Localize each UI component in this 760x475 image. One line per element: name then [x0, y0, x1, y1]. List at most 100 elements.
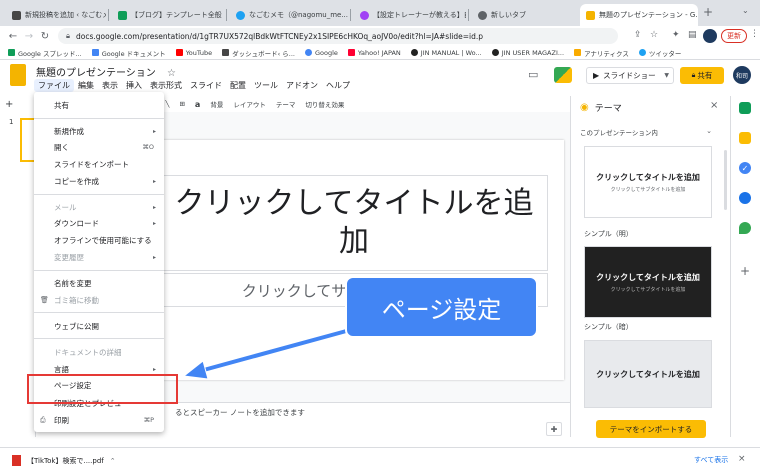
bookmark-item[interactable]: JIN MANUAL | Wo... — [410, 49, 482, 57]
show-all-downloads[interactable]: すべて表示 — [694, 455, 728, 465]
address-bar[interactable]: 🔒︎ docs.google.com/presentation/d/1gTR7U… — [58, 28, 618, 44]
browser-tab[interactable]: 【設定トレーナーが教える】自... — [354, 4, 466, 26]
document-title[interactable]: 無題のプレゼンテーション ☆ — [36, 64, 176, 79]
browser-tab[interactable]: なごむメモ（@nagomu_me... — [230, 4, 348, 26]
layout-button[interactable]: レイアウト — [228, 99, 271, 109]
text-format-icon[interactable]: a — [190, 100, 205, 109]
contacts-icon[interactable] — [739, 192, 751, 204]
analytics-icon — [574, 49, 582, 56]
tab-label: 無題のプレゼンテーション - G... — [599, 11, 698, 19]
menu-help[interactable]: ヘルプ — [322, 79, 354, 92]
tab-search-icon[interactable]: ⌄ — [742, 6, 749, 15]
transition-button[interactable]: 切り替え効果 — [300, 99, 349, 109]
theme-source-select[interactable]: このプレゼンテーション内 ⌄ — [580, 127, 712, 137]
page-setup-callout: ページ設定 — [345, 276, 538, 338]
menu-format[interactable]: 表示形式 — [146, 79, 186, 92]
browser-tab[interactable]: 新しいタブ — [472, 4, 576, 26]
sheets-icon — [8, 49, 15, 56]
background-button[interactable]: 背景 — [205, 99, 228, 109]
chevron-up-icon[interactable]: ⌃ — [110, 457, 116, 465]
menu-item-new[interactable]: 新規作成 ▸ — [34, 124, 164, 138]
add-addon-icon[interactable]: + — [740, 264, 750, 278]
menu-arrange[interactable]: 配置 — [226, 79, 250, 92]
comment-add-icon[interactable]: ⊞ — [174, 100, 189, 108]
share-page-icon[interactable]: ⇪ — [634, 30, 642, 40]
submenu-arrow-icon: ▸ — [152, 177, 156, 185]
slides-logo-icon[interactable] — [10, 64, 26, 86]
menu-slide[interactable]: スライド — [186, 79, 226, 92]
sheets-addon-icon[interactable] — [739, 102, 751, 114]
browser-tab[interactable]: 新規投稿を追加 ‹ なごむメモ — — [6, 4, 106, 26]
star-icon[interactable]: ☆ — [167, 68, 176, 79]
close-icon[interactable]: × — [710, 100, 718, 111]
bookmark-item[interactable]: アナリティクス — [574, 48, 629, 58]
bookmark-item[interactable]: ツイッター — [638, 48, 681, 58]
close-download-bar-icon[interactable]: × — [738, 454, 746, 464]
menu-edit[interactable]: 編集 — [74, 79, 98, 92]
menu-view[interactable]: 表示 — [98, 79, 122, 92]
reload-icon[interactable]: ↻ — [38, 28, 52, 44]
forward-icon[interactable]: → — [22, 28, 36, 44]
extensions-icon[interactable]: ✦ — [672, 30, 680, 40]
import-theme-button[interactable]: テーマをインポートする — [596, 420, 706, 438]
menu-item-share[interactable]: 共有 — [34, 98, 164, 112]
theme-button[interactable]: テーマ — [271, 99, 301, 109]
theme-card-streamline[interactable]: クリックしてタイトルを追加 — [584, 340, 712, 408]
reading-list-icon[interactable]: ▤ — [688, 30, 697, 40]
bookmark-item[interactable]: Google スプレッド... — [8, 48, 82, 58]
profile-avatar-icon[interactable] — [703, 29, 717, 43]
highlight-box — [27, 374, 178, 404]
url-text: docs.google.com/presentation/d/1gTR7UX57… — [76, 31, 484, 41]
jin-icon — [410, 49, 418, 56]
bookmark-item[interactable]: JIN USER MAGAZI... — [491, 49, 564, 57]
menu-item-email[interactable]: メール ▸ — [34, 200, 164, 214]
bookmark-item[interactable]: YouTube — [175, 49, 212, 57]
menu-item-make-copy[interactable]: コピーを作成 ▸ — [34, 174, 164, 188]
bookmark-item[interactable]: ダッシュボード‹ ら... — [222, 48, 295, 58]
submenu-arrow-icon: ▸ — [152, 203, 156, 211]
comments-icon[interactable]: ▭ — [528, 68, 538, 81]
download-item[interactable]: 【TikTok】検索で....pdf ⌃ — [12, 455, 116, 466]
menu-tools[interactable]: ツール — [250, 79, 282, 92]
keep-icon[interactable] — [739, 132, 751, 144]
new-tab-button[interactable]: + — [703, 5, 713, 19]
menu-item-open[interactable]: 開く ⌘O — [34, 140, 164, 154]
menu-item-print[interactable]: ⎙ 印刷 ⌘P — [34, 413, 164, 427]
menu-item-download[interactable]: ダウンロード ▸ — [34, 216, 164, 230]
menu-insert[interactable]: 挿入 — [122, 79, 146, 92]
bookmark-item[interactable]: Yahoo! JAPAN — [347, 49, 401, 57]
account-avatar[interactable]: 和司 — [733, 66, 751, 84]
bookmark-item[interactable]: Google ドキュメント — [91, 48, 166, 58]
browser-tab-active[interactable]: 無題のプレゼンテーション - G... × — [580, 4, 698, 26]
maps-icon[interactable] — [739, 222, 751, 234]
menu-item-version-history[interactable]: 変更履歴 ▸ — [34, 250, 164, 264]
menu-item-import-slides[interactable]: スライドをインポート — [34, 157, 164, 171]
meet-icon[interactable] — [554, 67, 572, 83]
sheets-favicon-icon — [118, 10, 127, 20]
browser-menu-icon[interactable]: ⋮ — [750, 29, 759, 39]
bookmark-star-icon[interactable]: ☆ — [650, 30, 658, 40]
browser-tab[interactable]: 【ブログ】テンプレート全般 - ... — [112, 4, 224, 26]
explore-icon[interactable]: ✚ — [546, 422, 562, 436]
menu-item-trash[interactable]: 🗑︎ ゴミ箱に移動 — [34, 293, 164, 307]
menu-file[interactable]: ファイル — [34, 79, 74, 92]
share-button[interactable]: 🔒︎ 共有 — [680, 67, 724, 84]
dropdown-icon[interactable]: ▼ — [664, 72, 669, 79]
update-button[interactable]: 更新 — [721, 29, 747, 43]
tasks-icon[interactable]: ✓ — [739, 162, 751, 174]
bookmark-item[interactable]: Google — [305, 49, 338, 57]
speaker-notes-placeholder: るとスピーカー ノートを追加できます — [175, 408, 305, 417]
menu-item-publish[interactable]: ウェブに公開 — [34, 319, 164, 333]
menu-item-rename[interactable]: 名前を変更 — [34, 276, 164, 290]
back-icon[interactable]: ← — [6, 28, 20, 44]
scrollbar[interactable] — [724, 150, 727, 210]
docs-icon — [91, 49, 99, 56]
theme-card-dark[interactable]: クリックしてタイトルを追加 クリックしてサブタイトルを追加 — [584, 246, 712, 318]
menu-item-offline[interactable]: オフラインで使用可能にする — [34, 233, 164, 247]
slideshow-button[interactable]: ▶ スライドショー ▼ — [586, 67, 674, 84]
theme-card-light[interactable]: クリックしてタイトルを追加 クリックしてサブタイトルを追加 — [584, 146, 712, 218]
slide-title-placeholder[interactable]: クリックしてタイトルを追加 — [160, 175, 548, 271]
menu-addons[interactable]: アドオン — [282, 79, 322, 92]
new-slide-icon[interactable]: + — [0, 99, 18, 110]
menu-item-details[interactable]: ドキュメントの詳細 — [34, 345, 164, 359]
